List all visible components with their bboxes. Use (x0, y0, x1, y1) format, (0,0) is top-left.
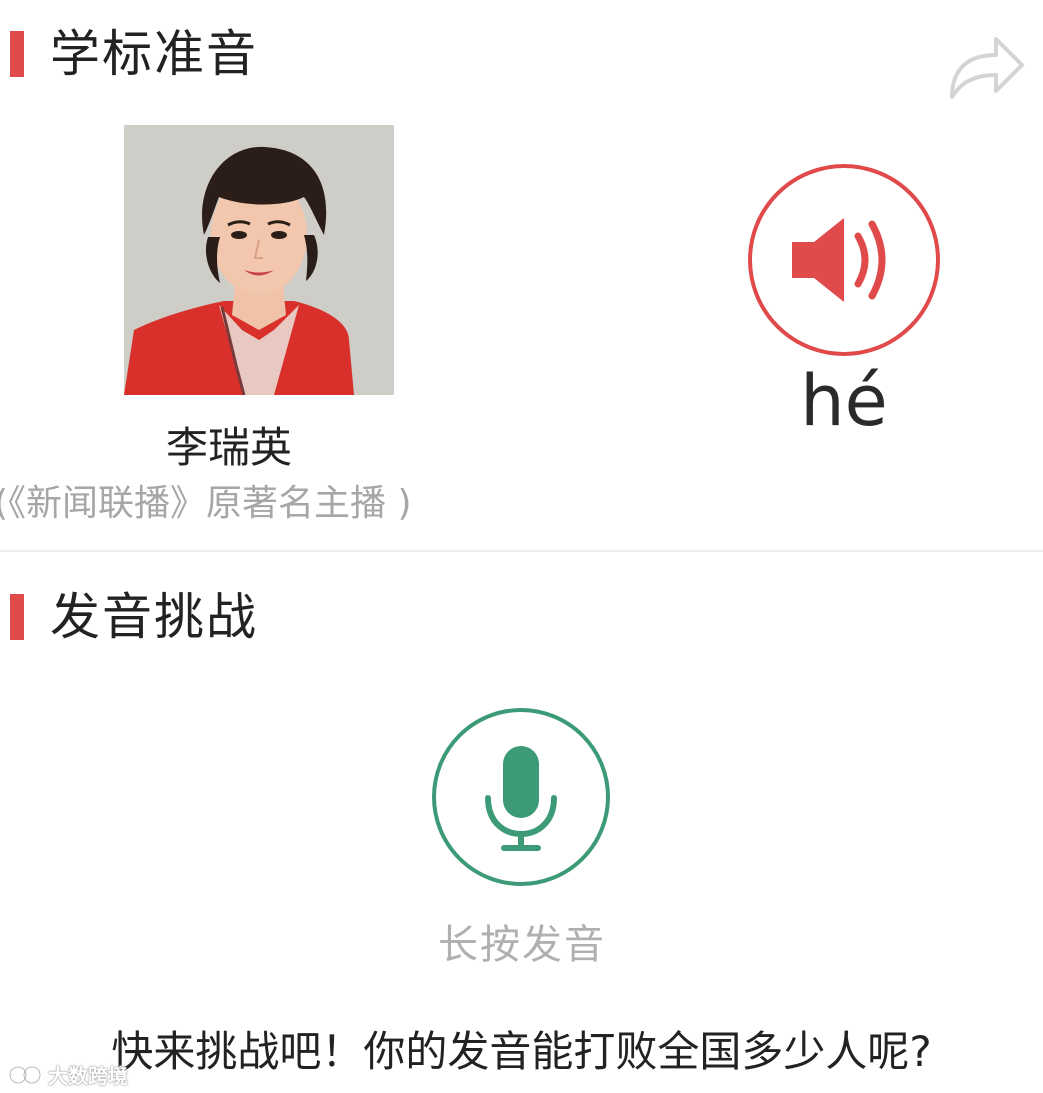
section-title-pronunciation-challenge: 发音挑战 (50, 588, 258, 646)
section-header-pronunciation-challenge: 发音挑战 (0, 592, 258, 642)
watermark-logo-icon (8, 1065, 42, 1084)
play-pronunciation-button[interactable] (746, 162, 942, 358)
section-accent-bar (10, 594, 24, 640)
section-divider (0, 550, 1043, 552)
section-accent-bar (10, 31, 24, 77)
watermark: 大数跨境 (8, 1060, 128, 1089)
record-voice-button[interactable] (430, 706, 612, 888)
presenter-name: 李瑞英 (165, 423, 292, 472)
watermark-text: 大数跨境 (48, 1064, 128, 1088)
section-title-standard-pronunciation: 学标准音 (50, 25, 258, 83)
share-icon[interactable] (946, 27, 1026, 101)
pinyin-text: hé (800, 360, 888, 442)
speaker-volume-icon (748, 164, 940, 356)
presenter-avatar (124, 125, 394, 395)
section-header-standard-pronunciation: 学标准音 (0, 29, 258, 79)
microphone-icon (432, 708, 610, 886)
presenter-description: (《新闻联播》原著名主播 ) (0, 483, 412, 524)
challenge-prompt: 快来挑战吧！你的发音能打败全国多少人呢? (111, 1027, 932, 1076)
long-press-hint: 长按发音 (438, 922, 606, 968)
